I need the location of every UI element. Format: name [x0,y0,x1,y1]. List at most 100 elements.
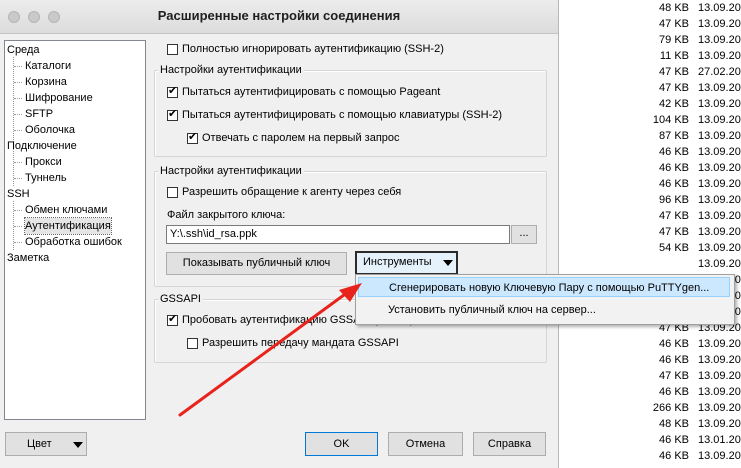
file-size: 104 KB [652,114,689,126]
file-size: 47 KB [659,82,689,94]
tree-item[interactable]: Обработка ошибок [25,234,122,250]
file-size: 47 KB [659,66,689,78]
tree-item[interactable]: Туннель [25,170,67,186]
settings-tree[interactable]: Среда Каталоги Корзина Шифрование SFTP Оболоч… [4,40,146,420]
file-row[interactable]: 46 KB 13.09.20 [600,384,741,400]
private-key-field[interactable]: Y:\.ssh\id_rsa.ppk [166,225,510,244]
file-row[interactable]: 46 KB 13.01.20 [600,432,741,448]
gssapi-delegate-label: Разрешить передачу мандата GSSAPI [202,337,399,349]
tree-item[interactable]: Заметка [7,250,49,266]
file-row[interactable]: 87 KB 13.09.20 [600,128,741,144]
file-date: 13.09.20 [698,98,741,110]
file-row[interactable]: 47 KB 13.09.20 [600,16,741,32]
file-date: 13.09.20 [698,114,741,126]
file-row[interactable]: 46 KB 13.09.20 [600,144,741,160]
tree-item[interactable]: Шифрование [25,90,93,106]
tree-item[interactable]: Прокси [25,154,62,170]
tree-guide-line [14,242,22,243]
tree-guide-line [14,82,22,83]
private-key-label: Файл закрытого ключа: [167,209,286,221]
tree-guide-line [13,153,14,186]
file-date: 13.09.20 [698,242,741,254]
respond-password-label: Отвечать с паролем на первый запрос [202,132,400,144]
pageant-checkbox[interactable] [167,85,178,98]
file-row[interactable]: 46 KB 13.09.20 [600,336,741,352]
ok-button[interactable]: OK [305,432,378,456]
color-label: Цвет [27,438,52,450]
auth-settings-group-2-title: Настройки аутентификации [158,165,304,178]
file-date: 13.09.20 [698,354,741,366]
file-size: 54 KB [659,242,689,254]
color-dropdown-button[interactable]: Цвет [5,432,87,456]
file-size: 266 KB [652,402,689,414]
window-title: Расширенные настройки соединения [157,8,401,23]
file-row[interactable]: 48 KB 13.09.20 [600,416,741,432]
file-date: 27.02.20 [698,66,741,78]
pageant-label: Пытаться аутентифицировать с помощью Pag… [182,86,441,98]
help-button[interactable]: Справка [473,432,546,456]
file-date: 13.09.20 [698,386,741,398]
file-date: 13.09.20 [698,130,741,142]
menu-item-install-public-key[interactable]: Установить публичный ключ на сервер... [358,300,730,320]
file-size: 46 KB [659,178,689,190]
file-size: 87 KB [659,130,689,142]
tree-item[interactable]: SFTP [25,106,53,122]
file-size: 48 KB [659,418,689,430]
file-size: 46 KB [659,386,689,398]
file-row[interactable]: 266 KB 13.09.20 [600,400,741,416]
show-public-key-button[interactable]: Показывать публичный ключ [166,252,347,275]
file-row[interactable]: 47 KB 13.09.20 [600,368,741,384]
tree-item[interactable]: Каталоги [25,58,71,74]
tree-item[interactable]: Подключение [7,138,77,154]
auth-settings-group-title: Настройки аутентификации [158,64,304,77]
tree-item[interactable]: Среда [7,42,39,58]
file-row[interactable]: 13.09.20 [600,256,741,272]
file-row[interactable]: 42 KB 13.09.20 [600,96,741,112]
file-row[interactable]: 96 KB 13.09.20 [600,192,741,208]
file-row[interactable]: 11 KB 13.09.20 [600,48,741,64]
agent-forwarding-label: Разрешить обращение к агенту через себя [182,186,402,198]
tree-item[interactable]: Корзина [25,74,67,90]
file-row[interactable]: 46 KB 13.09.20 [600,448,741,464]
tree-item[interactable]: Аутентификация [24,217,112,235]
tree-guide-line [14,178,22,179]
file-row[interactable]: 47 KB 13.09.20 [600,208,741,224]
tree-item[interactable]: SSH [7,186,30,202]
ignore-auth-checkbox[interactable] [167,44,178,55]
file-row[interactable]: 46 KB 13.09.20 [600,176,741,192]
file-size: 46 KB [659,434,689,446]
file-row[interactable]: 46 KB 13.09.20 [600,160,741,176]
gssapi-try-checkbox[interactable] [167,313,178,326]
tools-dropdown-button[interactable]: Инструменты [355,251,458,275]
file-size: 11 KB [659,50,689,62]
file-row[interactable]: 104 KB 13.09.20 [600,112,741,128]
respond-password-checkbox[interactable] [187,131,198,144]
tree-guide-line [14,130,22,131]
advanced-connection-settings-dialog: Расширенные настройки соединения Среда Ка… [0,0,559,468]
file-row[interactable]: 79 KB 13.09.20 [600,32,741,48]
menu-item-generate-keypair[interactable]: Сгенерировать новую Ключевую Пару с помо… [358,277,730,297]
file-date: 13.09.20 [698,226,741,238]
keyboard-auth-checkbox[interactable] [167,108,178,121]
file-date: 13.09.20 [698,2,741,14]
agent-forwarding-checkbox[interactable] [167,187,178,198]
tree-item[interactable]: Обмен ключами [25,202,107,218]
gssapi-delegate-checkbox[interactable] [187,338,198,349]
file-row[interactable]: 47 KB 13.09.20 [600,224,741,240]
file-date: 13.09.20 [698,82,741,94]
tree-item[interactable]: Оболочка [25,122,75,138]
tree-guide-line [14,66,22,67]
cancel-button[interactable]: Отмена [388,432,463,456]
file-row[interactable]: 54 KB 13.09.20 [600,240,741,256]
file-row[interactable]: 47 KB 27.02.20 [600,64,741,80]
file-date: 13.09.20 [698,34,741,46]
file-row[interactable]: 47 KB 13.09.20 [600,80,741,96]
file-date: 13.09.20 [698,418,741,430]
file-date: 13.09.20 [698,178,741,190]
file-size: 47 KB [659,370,689,382]
file-row[interactable]: 48 KB 13.09.20 [600,0,741,16]
file-date: 13.09.20 [698,146,741,158]
browse-key-button[interactable]: ... [511,225,537,244]
file-row[interactable]: 46 KB 13.09.20 [600,352,741,368]
file-size: 47 KB [659,210,689,222]
